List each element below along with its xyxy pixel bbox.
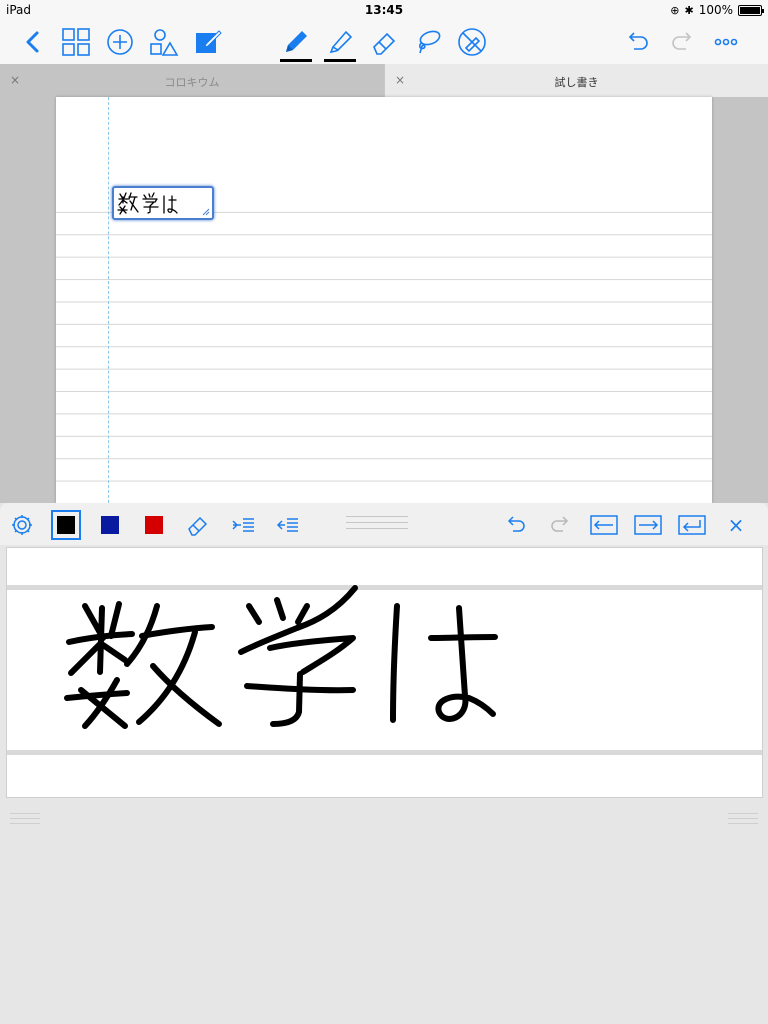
compose-icon[interactable] <box>192 26 224 58</box>
resize-handle-icon[interactable] <box>200 206 210 216</box>
tab-bar: × コロキウム × 試し書き <box>0 64 768 97</box>
indent-icon[interactable] <box>229 511 257 539</box>
text-box-ink <box>117 192 178 215</box>
eraser-icon[interactable] <box>184 511 212 539</box>
handwriting-canvas[interactable] <box>6 547 763 798</box>
color-red-swatch[interactable] <box>140 511 168 539</box>
tab-colloquium[interactable]: × コロキウム <box>0 64 384 97</box>
more-icon[interactable] <box>710 26 742 58</box>
color-blue-swatch[interactable] <box>96 511 124 539</box>
tab-trial-writing[interactable]: × 試し書き <box>385 64 768 97</box>
handwriting-toolbar: × <box>0 503 768 545</box>
grid-icon[interactable] <box>60 26 92 58</box>
add-icon[interactable] <box>104 26 136 58</box>
main-toolbar <box>0 20 768 64</box>
redo-icon[interactable] <box>546 511 574 539</box>
color-black-swatch[interactable] <box>51 510 81 540</box>
return-icon[interactable] <box>678 511 706 539</box>
shapes-icon[interactable] <box>148 26 180 58</box>
ink-text-box[interactable] <box>112 186 214 220</box>
disable-pen-icon[interactable] <box>456 26 488 58</box>
arrow-right-icon[interactable] <box>634 511 662 539</box>
battery-icon <box>738 4 764 16</box>
bluetooth-icon: ✱ <box>684 3 694 17</box>
lasso-icon[interactable] <box>412 26 444 58</box>
left-panel-grip[interactable] <box>10 813 40 829</box>
black-swatch-fill <box>57 516 75 534</box>
handwriting-ink <box>64 585 498 729</box>
redo-icon[interactable] <box>666 26 698 58</box>
pen-color-indicator <box>280 59 312 62</box>
right-panel-grip[interactable] <box>728 813 758 829</box>
pen-icon[interactable] <box>280 26 312 62</box>
arrow-left-icon[interactable] <box>590 511 618 539</box>
highlighter-icon[interactable] <box>324 26 356 62</box>
close-icon[interactable]: × <box>722 511 750 539</box>
undo-icon[interactable] <box>622 26 654 58</box>
margin-line <box>108 97 109 503</box>
settings-icon[interactable] <box>8 511 36 539</box>
status-right: ⊕ ✱ 100% <box>670 3 764 17</box>
battery-percent: 100% <box>698 3 733 17</box>
back-icon[interactable] <box>17 26 49 58</box>
document-area <box>0 97 768 503</box>
note-page[interactable] <box>56 97 712 503</box>
tab-label: コロキウム <box>164 76 220 89</box>
highlighter-color-indicator <box>324 59 356 62</box>
rotation-lock-icon: ⊕ <box>670 3 680 17</box>
clock: 13:45 <box>364 3 404 17</box>
panel-drag-handle[interactable] <box>346 516 408 532</box>
status-bar: iPad 13:45 ⊕ ✱ 100% <box>0 0 768 20</box>
handwriting-panel: × <box>0 503 768 1024</box>
undo-icon[interactable] <box>502 511 530 539</box>
outdent-icon[interactable] <box>273 511 301 539</box>
tab-label: 試し書き <box>554 76 599 89</box>
blue-swatch-fill <box>101 516 119 534</box>
eraser-icon[interactable] <box>368 26 400 58</box>
red-swatch-fill <box>145 516 163 534</box>
